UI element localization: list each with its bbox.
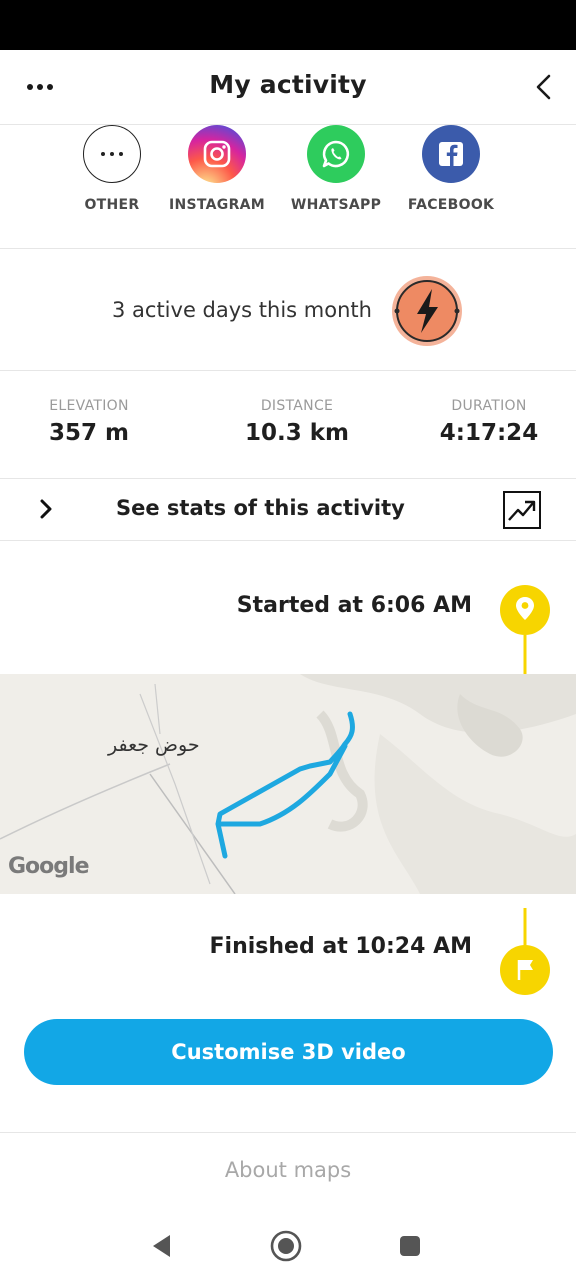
instagram-icon — [188, 125, 246, 183]
stat-distance-label: DISTANCE — [260, 398, 334, 414]
divider — [0, 1132, 576, 1133]
started-row: Started at 6:06 AM — [0, 541, 576, 701]
stat-distance-value: 10.3 km — [244, 420, 350, 446]
share-instagram-label: INSTAGRAM — [168, 197, 266, 213]
about-maps-link[interactable]: About maps — [0, 1158, 576, 1182]
more-icon — [83, 125, 141, 183]
chevron-left-icon[interactable] — [528, 70, 562, 104]
facebook-icon — [422, 125, 480, 183]
stat-elevation-label: ELEVATION — [49, 398, 129, 414]
share-row: OTHER INSTAGRAM WHATSAPP FACEBOOK — [0, 125, 576, 249]
nav-recents-icon[interactable] — [392, 1228, 428, 1264]
stat-duration-value: 4:17:24 — [439, 420, 539, 446]
chevron-right-icon — [40, 499, 52, 519]
started-text: Started at 6:06 AM — [236, 593, 472, 618]
share-facebook-button[interactable]: FACEBOOK — [386, 125, 516, 213]
share-whatsapp-button[interactable]: WHATSAPP — [271, 125, 401, 213]
status-bar — [0, 0, 576, 50]
share-facebook-label: FACEBOOK — [407, 197, 495, 213]
app-header: My activity — [0, 50, 576, 125]
finished-text: Finished at 10:24 AM — [209, 934, 473, 959]
whatsapp-icon — [307, 125, 365, 183]
page-title: My activity — [209, 70, 367, 99]
customise-3d-video-button[interactable]: Customise 3D video — [24, 1019, 553, 1085]
share-instagram-button[interactable]: INSTAGRAM — [152, 125, 282, 213]
finished-row: Finished at 10:24 AM — [0, 894, 576, 1004]
see-stats-row[interactable]: See stats of this activity — [0, 479, 576, 541]
stat-elevation: ELEVATION 357 m — [42, 398, 136, 446]
system-nav-bar — [0, 1212, 576, 1280]
google-attribution: Google — [8, 854, 89, 879]
flag-icon — [500, 908, 550, 995]
nav-home-icon[interactable] — [268, 1228, 304, 1264]
trending-up-icon — [503, 491, 541, 529]
active-days-text: 3 active days this month — [112, 298, 372, 322]
share-whatsapp-label: WHATSAPP — [290, 197, 382, 213]
active-days-card: 3 active days this month — [0, 250, 576, 371]
map-place-label: حوض جعفر — [108, 734, 200, 756]
lightning-badge-icon — [392, 276, 462, 346]
stat-duration-label: DURATION — [451, 398, 527, 414]
nav-back-icon[interactable] — [144, 1228, 180, 1264]
stat-duration: DURATION 4:17:24 — [436, 398, 542, 446]
route-map[interactable]: حوض جعفر Google — [0, 674, 576, 894]
stat-distance: DISTANCE 10.3 km — [232, 398, 362, 446]
see-stats-label: See stats of this activity — [116, 496, 405, 520]
stat-elevation-value: 357 m — [49, 420, 129, 446]
stats-row: ELEVATION 357 m DISTANCE 10.3 km DURATIO… — [0, 372, 576, 479]
